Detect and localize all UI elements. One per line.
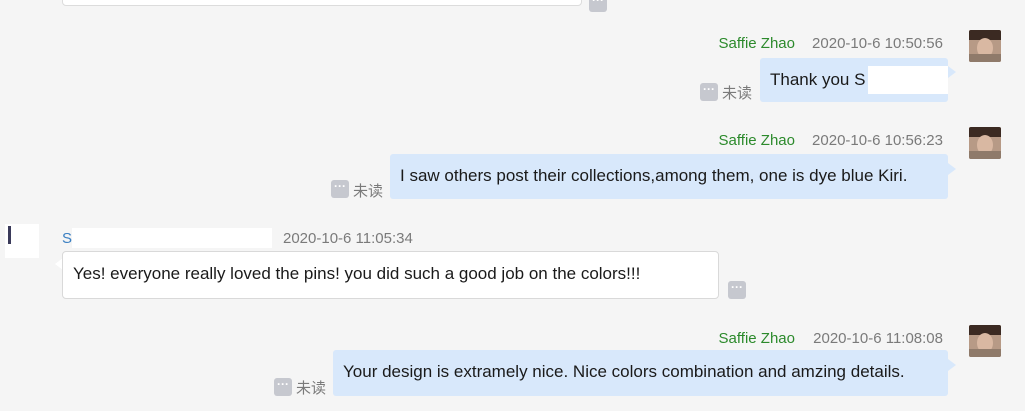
message-timestamp: 2020-10-6 10:56:23 <box>812 132 943 149</box>
message-bubble[interactable]: Yes! everyone really loved the pins! you… <box>62 251 719 299</box>
sender-name[interactable]: Saffie Zhao <box>719 132 795 149</box>
message-row: Saffie Zhao 2020-10-6 10:56:23 I saw oth… <box>0 127 1025 207</box>
message-timestamp: 2020-10-6 11:08:08 <box>813 330 943 347</box>
unread-status: 未读 <box>722 85 753 102</box>
message-timestamp: 2020-10-6 11:05:34 <box>283 230 413 247</box>
message-row: Saffie Zhao 2020-10-6 11:08:08 Your desi… <box>0 325 1025 411</box>
avatar-image <box>969 30 1001 62</box>
bubble-tail <box>948 163 956 175</box>
message-row: Saffie Zhao 2020-10-6 10:50:56 Thank you… <box>0 30 1025 110</box>
unread-status: 未读 <box>353 183 384 200</box>
avatar[interactable] <box>969 127 1001 159</box>
more-options-icon[interactable]: ··· <box>274 378 292 396</box>
message-text: Your design is extramely nice. Nice colo… <box>343 362 905 381</box>
redaction-mask <box>868 66 948 94</box>
previous-message-bubble <box>62 0 582 6</box>
unread-status: 未读 <box>296 380 327 397</box>
sender-name[interactable]: Saffie Zhao <box>719 35 795 52</box>
avatar-fragment <box>8 226 11 244</box>
message-timestamp: 2020-10-6 10:50:56 <box>812 35 943 52</box>
message-text: Yes! everyone really loved the pins! you… <box>73 264 641 283</box>
more-options-icon[interactable]: ··· <box>589 0 607 12</box>
message-text: I saw others post their collections,amon… <box>400 166 908 185</box>
avatar-image <box>969 127 1001 159</box>
more-options-icon[interactable]: ··· <box>728 281 746 299</box>
more-options-icon[interactable]: ··· <box>331 180 349 198</box>
message-bubble[interactable]: Your design is extramely nice. Nice colo… <box>333 350 948 396</box>
avatar[interactable] <box>969 30 1001 62</box>
sender-name[interactable]: Saffie Zhao <box>719 330 795 347</box>
message-text: Thank you S <box>770 70 866 89</box>
redaction-mask <box>72 228 272 248</box>
sender-name[interactable]: S <box>62 230 72 247</box>
bubble-tail <box>948 66 956 78</box>
bubble-tail <box>948 359 956 371</box>
avatar-image <box>969 325 1001 357</box>
message-row: S 2020-10-6 11:05:34 Yes! everyone reall… <box>0 224 1025 304</box>
more-options-icon[interactable]: ··· <box>700 83 718 101</box>
message-bubble[interactable]: I saw others post their collections,amon… <box>390 154 948 199</box>
avatar[interactable] <box>969 325 1001 357</box>
